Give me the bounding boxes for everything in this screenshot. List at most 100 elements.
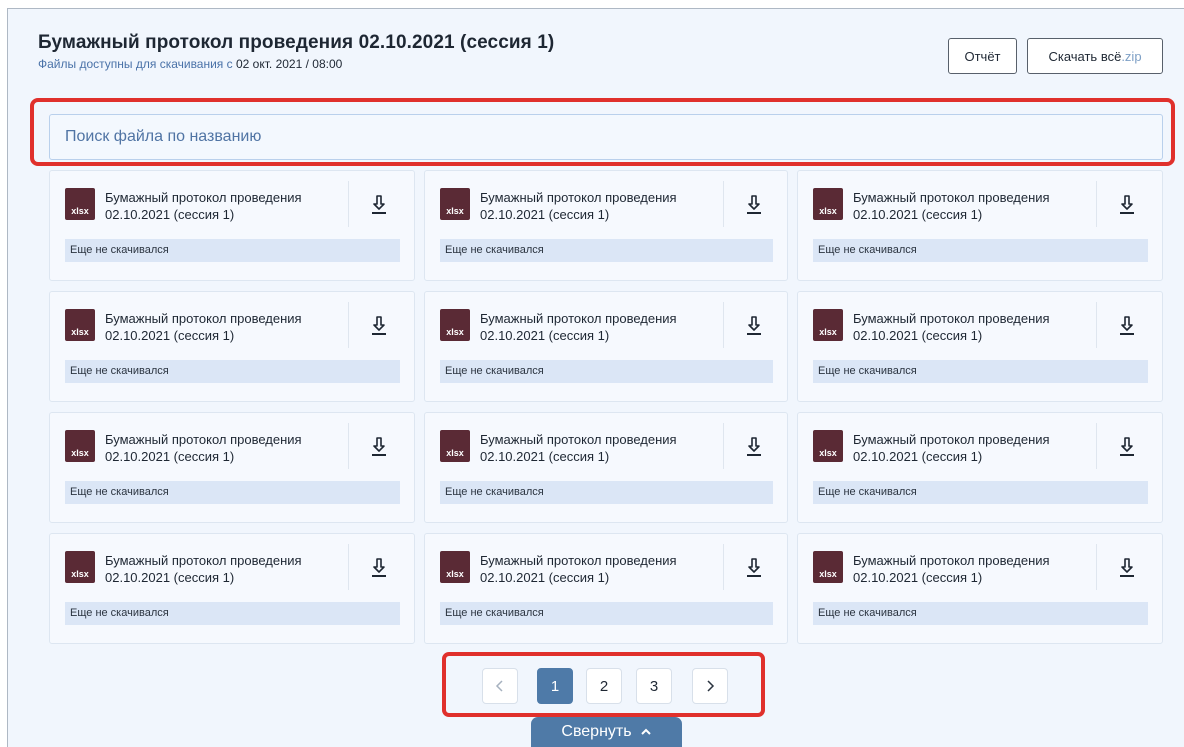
availability-date: 02 окт. 2021 / 08:00 (236, 57, 343, 71)
file-name-line2: 02.10.2021 (сессия 1) (853, 570, 983, 585)
file-name: Бумажный протокол проведения 02.10.2021 … (853, 431, 1093, 465)
download-icon (372, 316, 386, 335)
download-icon (1120, 195, 1134, 214)
file-type-label: xlsx (819, 569, 837, 579)
download-status: Еще не скачивался (440, 602, 773, 625)
file-type-label: xlsx (71, 327, 89, 337)
download-button[interactable] (368, 314, 390, 338)
file-name-line1: Бумажный протокол проведения (853, 190, 1050, 205)
report-button[interactable]: Отчёт (948, 38, 1017, 74)
download-icon (1120, 437, 1134, 456)
chevron-up-icon (640, 728, 651, 735)
download-status: Еще не скачивался (813, 239, 1148, 262)
pagination-page-1[interactable]: 1 (537, 668, 573, 704)
download-all-ext: .zip (1121, 48, 1142, 64)
xlsx-file-icon: xlsx (813, 551, 843, 583)
download-icon (747, 558, 761, 577)
download-icon (372, 558, 386, 577)
file-name: Бумажный протокол проведения 02.10.2021 … (105, 189, 345, 223)
download-icon (747, 437, 761, 456)
download-button[interactable] (1116, 314, 1138, 338)
file-type-label: xlsx (71, 569, 89, 579)
file-name: Бумажный протокол проведения 02.10.2021 … (480, 310, 720, 344)
page-number: 2 (599, 677, 609, 695)
file-name: Бумажный протокол проведения 02.10.2021 … (853, 552, 1093, 586)
file-name-line2: 02.10.2021 (сессия 1) (105, 570, 235, 585)
card-divider (1096, 302, 1097, 348)
file-name-line1: Бумажный протокол проведения (853, 432, 1050, 447)
download-icon (372, 437, 386, 456)
page-number: 3 (649, 677, 659, 695)
download-icon (372, 195, 386, 214)
file-type-label: xlsx (446, 569, 464, 579)
download-button[interactable] (743, 314, 765, 338)
file-name-line2: 02.10.2021 (сессия 1) (105, 328, 235, 343)
file-name: Бумажный протокол проведения 02.10.2021 … (853, 310, 1093, 344)
pagination-next-button[interactable] (692, 668, 728, 704)
xlsx-file-icon: xlsx (813, 188, 843, 220)
card-divider (723, 423, 724, 469)
download-button[interactable] (1116, 193, 1138, 217)
pagination-prev-button[interactable] (482, 668, 518, 704)
file-card: xlsx Бумажный протокол проведения 02.10.… (424, 533, 788, 644)
download-icon (1120, 316, 1134, 335)
card-divider (723, 181, 724, 227)
file-name: Бумажный протокол проведения 02.10.2021 … (480, 189, 720, 223)
download-status: Еще не скачивался (65, 239, 400, 262)
download-status: Еще не скачивался (813, 602, 1148, 625)
file-name: Бумажный протокол проведения 02.10.2021 … (480, 552, 720, 586)
file-card: xlsx Бумажный протокол проведения 02.10.… (49, 291, 415, 402)
file-name-line1: Бумажный протокол проведения (480, 432, 677, 447)
file-name: Бумажный протокол проведения 02.10.2021 … (105, 552, 345, 586)
page-number: 1 (550, 677, 560, 695)
file-name-line1: Бумажный протокол проведения (105, 432, 302, 447)
download-button[interactable] (368, 193, 390, 217)
file-type-label: xlsx (71, 448, 89, 458)
download-button[interactable] (743, 556, 765, 580)
download-button[interactable] (1116, 435, 1138, 459)
file-name-line2: 02.10.2021 (сессия 1) (480, 207, 610, 222)
chevron-left-icon (495, 680, 503, 692)
download-all-button[interactable]: Скачать всё .zip (1027, 38, 1163, 74)
collapse-button[interactable]: Свернуть (531, 717, 682, 747)
download-button[interactable] (1116, 556, 1138, 580)
file-type-label: xlsx (819, 448, 837, 458)
file-name: Бумажный протокол проведения 02.10.2021 … (105, 310, 345, 344)
download-button[interactable] (743, 193, 765, 217)
file-name-line2: 02.10.2021 (сессия 1) (480, 449, 610, 464)
xlsx-file-icon: xlsx (65, 430, 95, 462)
download-icon (1120, 558, 1134, 577)
pagination-page-2[interactable]: 2 (586, 668, 622, 704)
file-name: Бумажный протокол проведения 02.10.2021 … (480, 431, 720, 465)
file-card: xlsx Бумажный протокол проведения 02.10.… (797, 170, 1163, 281)
file-name-line2: 02.10.2021 (сессия 1) (853, 328, 983, 343)
file-card: xlsx Бумажный протокол проведения 02.10.… (424, 412, 788, 523)
file-card: xlsx Бумажный протокол проведения 02.10.… (797, 533, 1163, 644)
search-input[interactable] (49, 114, 1163, 160)
file-card: xlsx Бумажный протокол проведения 02.10.… (424, 291, 788, 402)
card-divider (348, 181, 349, 227)
card-divider (723, 544, 724, 590)
file-name-line2: 02.10.2021 (сессия 1) (853, 207, 983, 222)
download-status: Еще не скачивался (65, 602, 400, 625)
download-button[interactable] (368, 435, 390, 459)
file-name-line1: Бумажный протокол проведения (480, 190, 677, 205)
xlsx-file-icon: xlsx (65, 188, 95, 220)
xlsx-file-icon: xlsx (440, 188, 470, 220)
download-button[interactable] (743, 435, 765, 459)
collapse-label: Свернуть (561, 723, 632, 740)
file-name-line1: Бумажный протокол проведения (480, 553, 677, 568)
file-type-label: xlsx (819, 206, 837, 216)
pagination-page-3[interactable]: 3 (636, 668, 672, 704)
file-card: xlsx Бумажный протокол проведения 02.10.… (49, 412, 415, 523)
file-type-label: xlsx (71, 206, 89, 216)
download-button[interactable] (368, 556, 390, 580)
download-icon (747, 316, 761, 335)
file-name: Бумажный протокол проведения 02.10.2021 … (105, 431, 345, 465)
xlsx-file-icon: xlsx (440, 551, 470, 583)
file-name-line1: Бумажный протокол проведения (105, 190, 302, 205)
file-card: xlsx Бумажный протокол проведения 02.10.… (797, 412, 1163, 523)
file-name-line2: 02.10.2021 (сессия 1) (480, 570, 610, 585)
file-type-label: xlsx (446, 448, 464, 458)
availability-prefix: Файлы доступны для скачивания с (38, 57, 233, 71)
